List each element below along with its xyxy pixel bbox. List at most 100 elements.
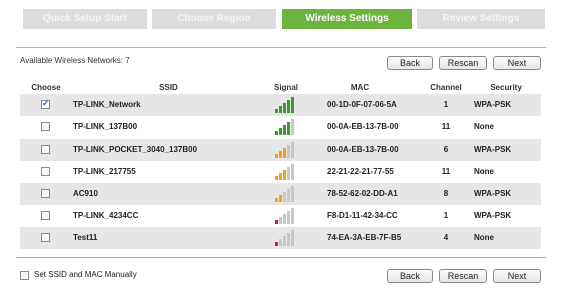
signal-bar [275, 154, 278, 158]
signal-bar [279, 128, 282, 135]
signal-bar [291, 230, 294, 246]
next-button-bottom[interactable]: Next [493, 269, 541, 283]
signal-strength-icon [275, 164, 297, 180]
signal-bar [279, 195, 282, 202]
network-checkbox[interactable] [41, 233, 50, 242]
network-mac: F8-D1-11-42-34-CC [327, 211, 398, 220]
signal-strength-icon [275, 119, 297, 135]
tab-choose-region[interactable]: Choose Region [152, 9, 276, 29]
network-checkbox[interactable] [41, 167, 50, 176]
tab-review-settings[interactable]: Review Settings [417, 9, 545, 29]
signal-bar [275, 198, 278, 202]
network-security: WPA-PSK [474, 189, 512, 198]
signal-bar [291, 186, 294, 202]
network-ssid: Test11 [73, 233, 98, 242]
signal-bar [283, 170, 286, 180]
column-channel: Channel [430, 83, 462, 92]
manual-checkbox-label: Set SSID and MAC Manually [34, 270, 137, 279]
network-security: None [474, 233, 494, 242]
signal-bar [287, 189, 290, 202]
signal-strength-icon [275, 230, 297, 246]
network-checkbox[interactable] [41, 211, 50, 220]
network-ssid: TP-LINK_217755 [73, 167, 136, 176]
network-security: WPA-PSK [474, 100, 512, 109]
network-checkbox[interactable] [41, 122, 50, 131]
back-button-top[interactable]: Back [387, 56, 433, 70]
signal-bar [275, 176, 278, 180]
table-row[interactable]: TP-LINK_Network 00-1D-0F-07-06-5A 1 WPA-… [20, 94, 541, 116]
signal-bar [275, 242, 278, 246]
manual-checkbox[interactable] [20, 271, 29, 280]
table-row[interactable]: TP-LINK_137B00 00-0A-EB-13-7B-00 11 None [20, 116, 541, 138]
tab-wireless-settings[interactable]: Wireless Settings [282, 9, 412, 29]
tab-quick-setup-start[interactable]: Quick Setup Start [23, 9, 147, 29]
signal-strength-icon [275, 186, 297, 202]
network-ssid: TP-LINK_POCKET_3040_137B00 [73, 145, 198, 154]
signal-bar [279, 151, 282, 158]
signal-bar [287, 122, 290, 135]
signal-bar [287, 167, 290, 180]
network-checkbox[interactable] [41, 189, 50, 198]
network-ssid: TP-LINK_4234CC [73, 211, 139, 220]
network-security: None [474, 167, 494, 176]
signal-bar [291, 97, 294, 113]
available-networks-count: Available Wireless Networks: 7 [20, 56, 130, 65]
rescan-button-top[interactable]: Rescan [439, 56, 487, 70]
network-checkbox[interactable] [41, 98, 50, 109]
column-choose: Choose [31, 83, 61, 92]
signal-bar [283, 236, 286, 246]
network-channel: 6 [443, 145, 449, 154]
network-mac: 00-1D-0F-07-06-5A [327, 100, 397, 109]
network-channel: 11 [441, 167, 451, 176]
signal-bar [287, 100, 290, 113]
network-channel: 4 [443, 233, 449, 242]
table-row[interactable]: AC910 78-52-62-02-DD-A1 8 WPA-PSK [20, 183, 541, 205]
column-signal: Signal [273, 83, 298, 92]
signal-bar [287, 145, 290, 158]
signal-bar [287, 233, 290, 246]
top-divider [16, 47, 546, 48]
wizard-tabs: Quick Setup Start Choose Region Wireless… [23, 9, 545, 29]
signal-bar [283, 103, 286, 113]
table-row[interactable]: Test11 74-EA-3A-EB-7F-B5 4 None [20, 227, 541, 249]
signal-bar [291, 142, 294, 158]
signal-bar [279, 106, 282, 113]
signal-strength-icon [275, 142, 297, 158]
network-mac: 78-52-62-02-DD-A1 [327, 189, 398, 198]
network-mac: 74-EA-3A-EB-7F-B5 [327, 233, 402, 242]
table-row[interactable]: TP-LINK_POCKET_3040_137B00 00-0A-EB-13-7… [20, 139, 541, 161]
network-mac: 22-21-22-21-77-55 [327, 167, 394, 176]
signal-bar [283, 148, 286, 158]
signal-bar [291, 208, 294, 224]
table-row[interactable]: TP-LINK_217755 22-21-22-21-77-55 11 None [20, 161, 541, 183]
signal-bar [275, 131, 278, 135]
network-security: WPA-PSK [474, 145, 512, 154]
table-row[interactable]: TP-LINK_4234CC F8-D1-11-42-34-CC 1 WPA-P… [20, 205, 541, 227]
signal-bar [291, 164, 294, 180]
network-ssid: TP-LINK_137B00 [73, 122, 138, 131]
network-ssid: AC910 [73, 189, 98, 198]
signal-bar [279, 217, 282, 224]
signal-bar [287, 211, 290, 224]
signal-strength-icon [275, 97, 297, 113]
signal-bar [283, 192, 286, 202]
network-channel: 8 [443, 189, 449, 198]
network-channel: 1 [443, 211, 449, 220]
network-mac: 00-0A-EB-13-7B-00 [327, 145, 399, 154]
signal-bar [283, 125, 286, 135]
network-ssid: TP-LINK_Network [73, 100, 141, 109]
next-button-top[interactable]: Next [493, 56, 541, 70]
network-channel: 1 [443, 100, 449, 109]
column-ssid: SSID [159, 83, 178, 92]
signal-bar [283, 214, 286, 224]
network-mac: 00-0A-EB-13-7B-00 [327, 122, 399, 131]
network-checkbox[interactable] [41, 145, 50, 154]
back-button-bottom[interactable]: Back [387, 269, 433, 283]
signal-bar [279, 173, 282, 180]
signal-strength-icon [275, 208, 297, 224]
rescan-button-bottom[interactable]: Rescan [439, 269, 487, 283]
signal-bar [279, 239, 282, 246]
signal-bar [275, 220, 278, 224]
signal-bar [291, 119, 294, 135]
column-security: Security [490, 83, 522, 92]
